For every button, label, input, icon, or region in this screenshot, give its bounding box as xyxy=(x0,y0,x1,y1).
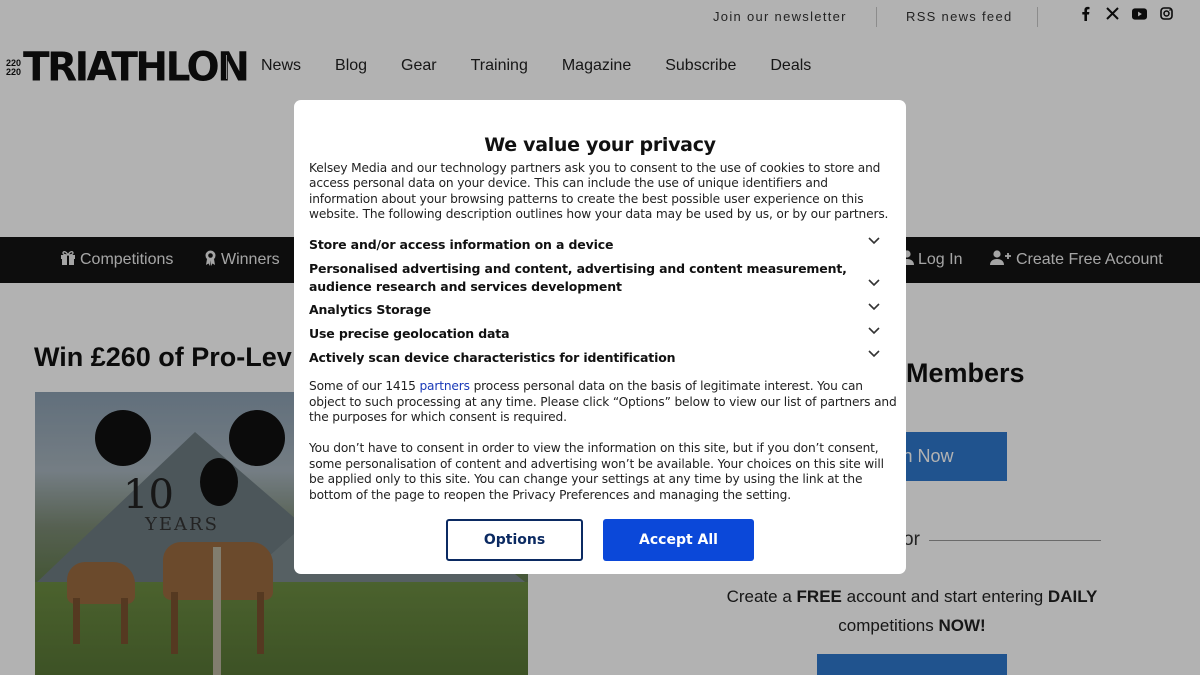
chevron-down-icon[interactable] xyxy=(868,237,880,249)
legitimate-interest-text: Some of our 1415 partners process person… xyxy=(309,379,897,425)
accept-all-button[interactable]: Accept All xyxy=(603,519,754,561)
privacy-consent-dialog: We value your privacy Kelsey Media and o… xyxy=(294,100,906,574)
chevron-down-icon[interactable] xyxy=(868,303,880,315)
purpose-device-scan[interactable]: Actively scan device characteristics for… xyxy=(309,349,857,367)
purpose-store-access[interactable]: Store and/or access information on a dev… xyxy=(309,236,857,254)
partners-link[interactable]: partners xyxy=(419,379,470,393)
chevron-down-icon[interactable] xyxy=(868,279,880,291)
purpose-personalised-advertising[interactable]: Personalised advertising and content, ad… xyxy=(309,260,857,295)
non-consent-text: You don’t have to consent in order to vi… xyxy=(309,441,884,502)
consent-intro-text: Kelsey Media and our technology partners… xyxy=(309,161,889,222)
chevron-down-icon[interactable] xyxy=(868,350,880,362)
chevron-down-icon[interactable] xyxy=(868,327,880,339)
purpose-geolocation[interactable]: Use precise geolocation data xyxy=(309,325,857,343)
dialog-title: We value your privacy xyxy=(484,134,716,156)
options-button[interactable]: Options xyxy=(446,519,583,561)
purpose-analytics-storage[interactable]: Analytics Storage xyxy=(309,301,857,319)
